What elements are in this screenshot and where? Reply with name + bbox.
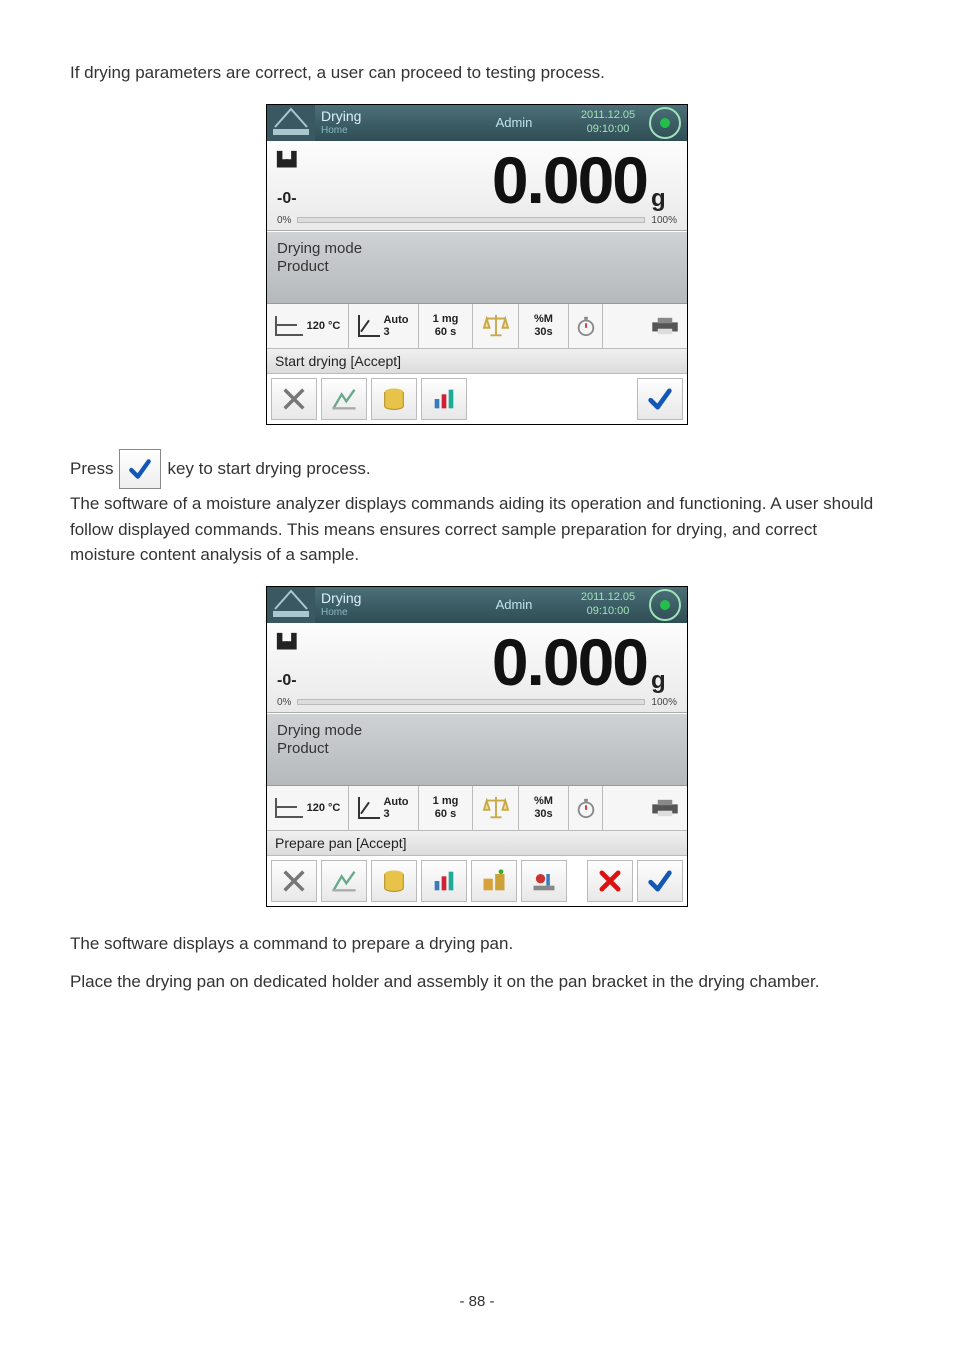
weigh-icon bbox=[267, 105, 315, 141]
tool-chart-button[interactable] bbox=[421, 378, 467, 420]
status-message: Start drying [Accept] bbox=[267, 349, 687, 374]
explanation-text: The software of a moisture analyzer disp… bbox=[70, 491, 884, 568]
temp-profile-icon bbox=[275, 316, 303, 336]
printer-icon[interactable] bbox=[643, 786, 687, 830]
timer-icon[interactable] bbox=[569, 304, 603, 348]
press-post-text: key to start drying process. bbox=[167, 456, 370, 482]
stability-icon: ▙▟ bbox=[277, 151, 337, 168]
main-value: 0.000 bbox=[337, 147, 647, 213]
param-result-unit[interactable]: %M 30s bbox=[519, 304, 569, 348]
tool-database-button[interactable] bbox=[371, 378, 417, 420]
mode-line-2: Product bbox=[277, 258, 677, 277]
screen-subtitle: Home bbox=[321, 125, 459, 136]
zero-indicator: -0- bbox=[277, 190, 337, 208]
header-time: 09:10:00 bbox=[569, 605, 647, 618]
param-settings[interactable]: 1 mg 60 s bbox=[419, 786, 473, 830]
tool-profile-button[interactable] bbox=[321, 378, 367, 420]
tool-chart-button[interactable] bbox=[421, 860, 467, 902]
balance-icon[interactable] bbox=[473, 786, 519, 830]
temp-profile-icon bbox=[275, 798, 303, 818]
progress-bar bbox=[297, 699, 645, 705]
bar-left-label: 0% bbox=[277, 697, 291, 708]
auto-switch-icon bbox=[358, 315, 380, 337]
prepare-pan-text: The software displays a command to prepa… bbox=[70, 931, 884, 957]
param-auto[interactable]: Auto 3 bbox=[349, 786, 419, 830]
place-pan-text: Place the drying pan on dedicated holder… bbox=[70, 969, 884, 995]
param-result-unit[interactable]: %M 30s bbox=[519, 786, 569, 830]
main-value: 0.000 bbox=[337, 629, 647, 695]
tool-settings-button[interactable] bbox=[271, 860, 317, 902]
press-pre-text: Press bbox=[70, 456, 113, 482]
tool-database-button[interactable] bbox=[371, 860, 417, 902]
tool-profile-button[interactable] bbox=[321, 860, 367, 902]
bar-left-label: 0% bbox=[277, 215, 291, 226]
status-indicator-icon bbox=[649, 107, 681, 139]
mode-line-1: Drying mode bbox=[277, 240, 677, 259]
bar-right-label: 100% bbox=[651, 215, 677, 226]
progress-bar bbox=[297, 217, 645, 223]
screen-title: Drying bbox=[321, 591, 459, 606]
mode-line-2: Product bbox=[277, 740, 677, 759]
admin-label: Admin bbox=[459, 115, 569, 130]
admin-label: Admin bbox=[459, 597, 569, 612]
page-number: - 88 - bbox=[0, 1293, 954, 1310]
intro-text: If drying parameters are correct, a user… bbox=[70, 60, 884, 86]
accept-key-icon bbox=[119, 449, 161, 489]
accept-button[interactable] bbox=[637, 860, 683, 902]
auto-switch-icon bbox=[358, 797, 380, 819]
header-date: 2011.12.05 bbox=[569, 109, 647, 122]
bar-right-label: 100% bbox=[651, 697, 677, 708]
weigh-icon bbox=[267, 587, 315, 623]
main-unit: g bbox=[647, 147, 677, 213]
tool-settings-button[interactable] bbox=[271, 378, 317, 420]
screen-subtitle: Home bbox=[321, 607, 459, 618]
cancel-button[interactable] bbox=[587, 860, 633, 902]
balance-icon[interactable] bbox=[473, 304, 519, 348]
param-temperature[interactable]: 120 °C bbox=[267, 786, 349, 830]
timer-icon[interactable] bbox=[569, 786, 603, 830]
param-settings[interactable]: 1 mg 60 s bbox=[419, 304, 473, 348]
status-message: Prepare pan [Accept] bbox=[267, 831, 687, 856]
device-screenshot-2: Drying Home Admin 2011.12.05 09:10:00 ▙▟… bbox=[266, 586, 688, 908]
main-unit: g bbox=[647, 629, 677, 695]
zero-indicator: -0- bbox=[277, 672, 337, 690]
param-temperature[interactable]: 120 °C bbox=[267, 304, 349, 348]
param-auto[interactable]: Auto 3 bbox=[349, 304, 419, 348]
printer-icon[interactable] bbox=[643, 304, 687, 348]
tool-weights-button[interactable] bbox=[471, 860, 517, 902]
device-screenshot-1: Drying Home Admin 2011.12.05 09:10:00 ▙▟… bbox=[266, 104, 688, 426]
accept-button[interactable] bbox=[637, 378, 683, 420]
header-date: 2011.12.05 bbox=[569, 591, 647, 604]
stability-icon: ▙▟ bbox=[277, 633, 337, 650]
tool-tare-button[interactable] bbox=[521, 860, 567, 902]
screen-title: Drying bbox=[321, 109, 459, 124]
header-time: 09:10:00 bbox=[569, 123, 647, 136]
mode-line-1: Drying mode bbox=[277, 722, 677, 741]
status-indicator-icon bbox=[649, 589, 681, 621]
